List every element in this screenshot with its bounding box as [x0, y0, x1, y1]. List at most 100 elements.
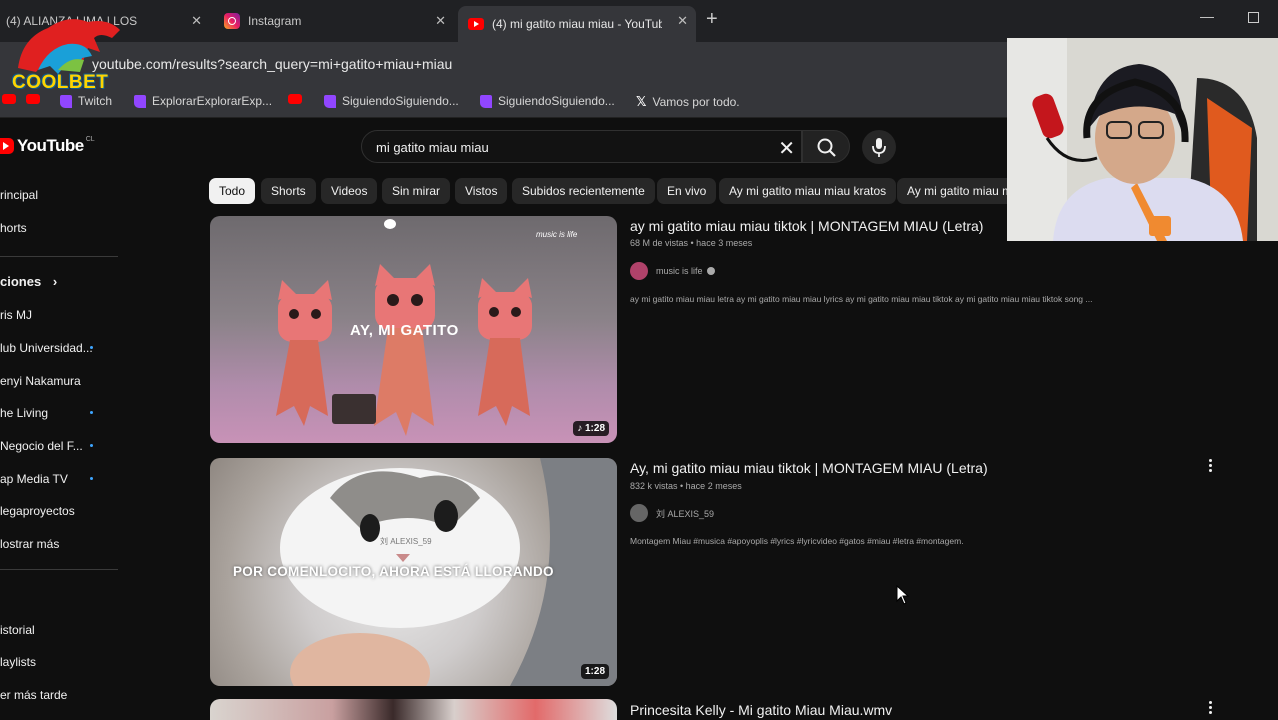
new-tab-icon[interactable]: + [706, 8, 718, 31]
thumbnail-caption: POR COMENLOCITO, AHORA ESTÁ LLORANDO [233, 564, 554, 579]
video-title[interactable]: Ay, mi gatito miau miau tiktok | MONTAGE… [630, 460, 988, 476]
bookmark-youtube[interactable] [2, 94, 16, 104]
voice-search-button[interactable] [862, 130, 896, 164]
country-code: CL [85, 136, 95, 143]
microphone-icon [872, 138, 886, 157]
bookmark-label: Twitch [78, 94, 113, 108]
search-icon [817, 138, 836, 157]
youtube-icon [288, 94, 302, 104]
video-meta: 832 k vistas • hace 2 meses [630, 481, 742, 491]
music-note-icon: ♪ [577, 423, 583, 434]
search-button[interactable] [802, 130, 850, 163]
bookmark-youtube[interactable] [288, 94, 302, 104]
youtube-logo[interactable]: YouTube CL [0, 136, 95, 156]
avatar[interactable] [630, 504, 648, 522]
tab-title: Instagram [248, 14, 302, 28]
bookmark-label: Vamos por todo. [652, 95, 740, 109]
more-options-icon[interactable] [1209, 701, 1213, 716]
thumbnail-watermark: 刘 ALEXIS_59 [380, 537, 432, 546]
clear-search-icon[interactable]: ✕ [778, 136, 795, 161]
video-meta: 68 M de vistas • hace 3 meses [630, 238, 753, 248]
more-options-icon[interactable] [1209, 459, 1213, 474]
youtube-icon [2, 94, 16, 104]
sidebar-subscription[interactable]: he Living [0, 406, 48, 420]
chip-sin-mirar[interactable]: Sin mirar [382, 178, 451, 204]
chevron-right-icon: › [52, 274, 58, 289]
sidebar-item-shorts[interactable]: horts [0, 221, 27, 235]
close-tab-icon[interactable]: ✕ [677, 13, 688, 29]
sidebar-subscription[interactable]: legaproyectos [0, 504, 75, 518]
twitch-icon [134, 94, 146, 108]
bookmark-siguiendo-1[interactable]: SiguiendoSiguiendo... [324, 94, 459, 108]
sidebar-divider [0, 256, 118, 257]
webcam-illustration [1007, 38, 1278, 241]
verified-icon [706, 267, 715, 275]
channel-name: 刘 ALEXIS_59 [656, 508, 715, 519]
new-content-dot [90, 477, 93, 480]
browser-tab-youtube[interactable]: (4) mi gatito miau miau - YouTube ✕ [458, 6, 696, 42]
video-thumbnail[interactable]: 刘 ALEXIS_59 POR COMENLOCITO, AHORA ESTÁ … [210, 458, 617, 686]
url-field[interactable]: youtube.com/results?search_query=mi+gati… [92, 56, 452, 72]
chip-vistos[interactable]: Vistos [455, 178, 508, 204]
mouse-cursor-icon [896, 585, 910, 605]
subscriptions-label: ciones [0, 274, 42, 289]
chip-todo[interactable]: Todo [209, 178, 256, 204]
sidebar-subscription[interactable]: enyi Nakamura [0, 374, 81, 388]
youtube-favicon-icon [468, 18, 484, 30]
bookmark-twitch[interactable]: Twitch [60, 94, 112, 108]
bookmark-explorar[interactable]: ExplorarExplorarExp... [134, 94, 272, 108]
video-channel[interactable]: 刘 ALEXIS_59 [630, 504, 714, 522]
sidebar-item-watch-later[interactable]: er más tarde [0, 688, 67, 702]
close-tab-icon[interactable]: ✕ [191, 13, 202, 29]
bookmark-label: SiguiendoSiguiendo... [498, 94, 615, 108]
minimize-window-icon[interactable]: — [1200, 8, 1214, 24]
new-content-dot [90, 444, 93, 447]
bookmark-label: ExplorarExplorarExp... [152, 94, 273, 108]
duration-text: 1:28 [584, 423, 605, 434]
search-query: mi gatito miau miau [376, 140, 489, 155]
chip-subidos-recientemente[interactable]: Subidos recientemente [512, 178, 655, 204]
sidebar-show-more[interactable]: lostrar más [0, 537, 59, 551]
search-input[interactable]: mi gatito miau miau ✕ [361, 130, 802, 163]
sidebar-subscription[interactable]: ap Media TV [0, 472, 68, 486]
browser-tab-bar: (4) ALIANZA LIMA | LOS ✕ Instagram ✕ (4)… [0, 0, 1278, 42]
avatar[interactable] [630, 262, 648, 280]
x-logo-icon: 𝕏 [636, 94, 647, 109]
sidebar-item-playlists[interactable]: laylists [0, 655, 36, 669]
bookmark-siguiendo-2[interactable]: SiguiendoSiguiendo... [480, 94, 615, 108]
sidebar-subscription[interactable]: ris MJ [0, 308, 32, 322]
new-content-dot [90, 411, 93, 414]
twitch-icon [60, 94, 72, 108]
video-title[interactable]: ay mi gatito miau miau tiktok | MONTAGEM… [630, 218, 983, 234]
chip-ay-mi-gatito[interactable]: Ay mi gatito miau m [897, 178, 1007, 204]
video-duration: 1:28 [580, 664, 609, 679]
new-content-dot [90, 346, 93, 349]
browser-tab-instagram[interactable]: Instagram ✕ [214, 6, 454, 36]
sidebar-subscriptions-header[interactable]: ciones › [0, 274, 57, 289]
youtube-wordmark: YouTube [17, 136, 84, 155]
chip-kratos[interactable]: Ay mi gatito miau miau kratos [719, 178, 897, 204]
chip-en-vivo[interactable]: En vivo [657, 178, 717, 204]
sidebar-subscription[interactable]: lub Universidad... [0, 341, 93, 355]
video-title[interactable]: Princesita Kelly - Mi gatito Miau Miau.w… [630, 702, 892, 718]
bookmark-x[interactable]: 𝕏 Vamos por todo. [636, 94, 740, 110]
video-channel[interactable]: music is life [630, 262, 715, 280]
tab-title: (4) mi gatito miau miau - YouTube [492, 17, 662, 31]
sidebar-divider [0, 569, 118, 570]
sidebar-item-history[interactable]: istorial [0, 623, 35, 637]
video-thumbnail[interactable] [210, 699, 617, 720]
bookmark-youtube[interactable] [26, 94, 40, 104]
instagram-icon [224, 13, 240, 29]
close-tab-icon[interactable]: ✕ [435, 13, 446, 29]
chip-shorts[interactable]: Shorts [261, 178, 316, 204]
sidebar-item-home[interactable]: rincipal [0, 188, 38, 202]
thumbnail-watermark: music is life [536, 230, 578, 239]
youtube-icon [26, 94, 40, 104]
channel-name: music is life [656, 266, 703, 276]
video-description: Montagem Miau #musica #apoyoplis #lyrics… [630, 536, 964, 546]
video-thumbnail[interactable]: music is life AY, MI GATITO ♪ 1:28 [210, 216, 617, 443]
restore-window-icon[interactable] [1248, 12, 1259, 23]
sidebar-subscription[interactable]: Negocio del F... [0, 439, 83, 453]
coolbet-logo-text: COOLBET [12, 72, 109, 93]
chip-videos[interactable]: Videos [321, 178, 378, 204]
